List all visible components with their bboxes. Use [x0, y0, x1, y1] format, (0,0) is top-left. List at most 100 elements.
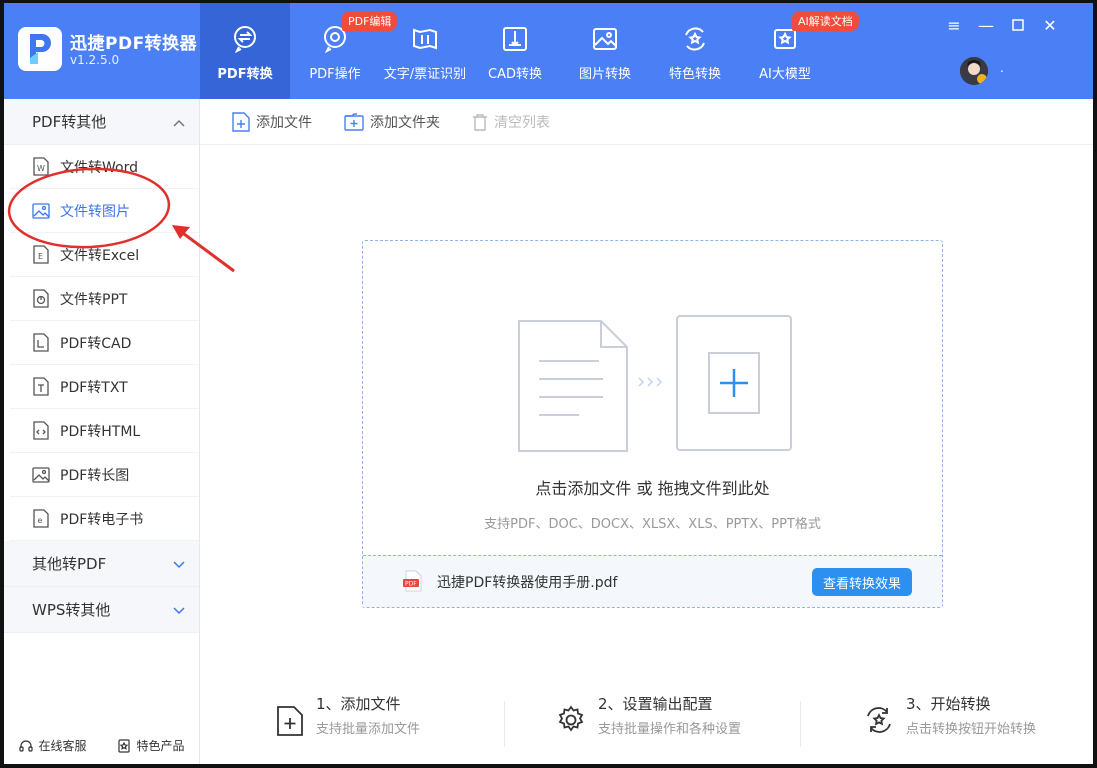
chevron-down-icon: [173, 555, 185, 573]
nav-special[interactable]: 特色转换: [650, 3, 740, 99]
featured-products-link[interactable]: 特色产品: [117, 737, 185, 754]
sample-file-bar: PDF 迅捷PDF转换器使用手册.pdf 查看转换效果: [363, 555, 942, 607]
sidebar-item-excel[interactable]: E 文件转Excel: [10, 233, 199, 277]
convert-start-icon: [867, 707, 891, 733]
maximize-button[interactable]: [1008, 15, 1028, 35]
step-divider: [800, 701, 801, 747]
sidebar-item-label: PDF转CAD: [60, 335, 132, 352]
sidebar-item-ebook[interactable]: e PDF转电子书: [10, 497, 199, 541]
featured-products-label: 特色产品: [136, 739, 185, 753]
settings-gear-icon: [558, 705, 584, 732]
headset-icon: [19, 739, 34, 752]
sidebar-item-label: PDF转长图: [60, 467, 130, 484]
drop-support-text: 支持PDF、DOC、DOCX、XLSX、XLS、PPTX、PPT格式: [484, 517, 821, 532]
minimize-button[interactable]: —: [976, 15, 996, 35]
ppt-file-icon: [32, 289, 50, 309]
step-subtitle: 支持批量操作和各种设置: [598, 722, 742, 737]
step-convert: 3、开始转换 点击转换按钮开始转换: [864, 693, 1036, 737]
pdf-file-icon: PDF: [403, 570, 423, 596]
toolbar: 添加文件 添加文件夹 清空列表: [200, 99, 1093, 145]
add-folder-button[interactable]: 添加文件夹: [344, 112, 440, 132]
sidebar-item-label: 文件转图片: [60, 203, 130, 220]
sidebar-item-label: PDF转HTML: [60, 423, 141, 440]
drop-main-text: 点击添加文件 或 拖拽文件到此处: [535, 479, 770, 498]
clear-list-button[interactable]: 清空列表: [472, 112, 550, 132]
html-file-icon: [32, 421, 50, 441]
nav-ai-model[interactable]: AI解读文档 AI大模型: [740, 3, 859, 99]
step-subtitle: 支持批量添加文件: [316, 722, 421, 737]
sidebar: PDF转其他 W 文件转Word 文件转图片 E 文件转Excel 文件转PPT…: [4, 99, 200, 764]
nav-label: AI大模型: [759, 67, 811, 82]
cad-icon: [499, 23, 531, 55]
pdf-convert-icon: [229, 23, 261, 55]
nav-image[interactable]: 图片转换: [560, 3, 650, 99]
app-logo: [18, 27, 62, 71]
step-title: 1、添加文件: [316, 695, 401, 713]
nav-label: 图片转换: [578, 67, 631, 82]
sidebar-item-label: 文件转Excel: [60, 247, 140, 264]
sidebar-item-long-image[interactable]: PDF转长图: [10, 453, 199, 497]
online-service-label: 在线客服: [38, 739, 87, 753]
steps-guide: 1、添加文件 支持批量添加文件 2、设置输出配置 支持批量操作和各种设置 3、开…: [200, 693, 1093, 757]
image-icon: [589, 23, 621, 55]
add-file-icon: [277, 706, 303, 736]
sidebar-item-label: PDF转电子书: [60, 511, 144, 528]
add-folder-icon: [344, 112, 364, 131]
add-file-button[interactable]: 添加文件: [232, 111, 312, 132]
svg-text:E: E: [38, 252, 43, 261]
sidebar-item-ppt[interactable]: 文件转PPT: [10, 277, 199, 321]
sidebar-item-txt[interactable]: PDF转TXT: [10, 365, 199, 409]
ai-badge: AI解读文档: [792, 11, 859, 31]
txt-file-icon: [32, 377, 50, 397]
nav-ocr[interactable]: 文字/票证识别: [380, 3, 470, 99]
group-label: WPS转其他: [32, 601, 111, 619]
add-file-icon: [232, 111, 250, 132]
svg-text:PDF: PDF: [405, 581, 417, 588]
sidebar-item-label: 文件转PPT: [60, 291, 128, 308]
image-file-icon: [32, 201, 50, 221]
sidebar-item-word[interactable]: W 文件转Word: [10, 145, 199, 189]
drop-illustration: [518, 315, 792, 452]
avatar[interactable]: [960, 57, 988, 85]
app-title: 迅捷PDF转换器: [70, 34, 198, 54]
sidebar-group-wps-to-other[interactable]: WPS转其他: [4, 587, 199, 633]
step-add-file: 1、添加文件 支持批量添加文件: [276, 693, 420, 737]
sidebar-item-label: PDF转TXT: [60, 379, 128, 396]
svg-text:e: e: [38, 516, 43, 525]
cad-file-icon: [32, 333, 50, 353]
clear-list-label: 清空列表: [494, 114, 550, 131]
step-title: 3、开始转换: [906, 695, 991, 713]
nav-pdf-operate[interactable]: PDF编辑 PDF操作: [290, 3, 398, 99]
badge-icon: [118, 738, 131, 753]
add-file-label: 添加文件: [256, 114, 312, 131]
nav-cad[interactable]: CAD转换: [470, 3, 560, 99]
word-file-icon: W: [32, 157, 50, 177]
sidebar-item-image[interactable]: 文件转图片: [10, 189, 199, 233]
group-label: 其他转PDF: [32, 555, 107, 573]
add-folder-label: 添加文件夹: [370, 114, 440, 131]
file-drop-zone[interactable]: 点击添加文件 或 拖拽文件到此处 支持PDF、DOC、DOCX、XLSX、XLS…: [362, 240, 943, 608]
online-service-link[interactable]: 在线客服: [19, 737, 87, 754]
sidebar-group-other-to-pdf[interactable]: 其他转PDF: [4, 541, 199, 587]
ebook-file-icon: e: [32, 509, 50, 529]
nav-label: PDF转换: [217, 67, 273, 82]
app-window: 迅捷PDF转换器 v1.2.5.0 PDF转换 PDF编辑 PDF操作 文字/票…: [0, 0, 1097, 768]
close-button[interactable]: ✕: [1040, 15, 1060, 35]
sidebar-item-cad[interactable]: PDF转CAD: [10, 321, 199, 365]
step-subtitle: 点击转换按钮开始转换: [906, 722, 1037, 737]
long-image-icon: [32, 465, 50, 485]
sidebar-group-pdf-to-other[interactable]: PDF转其他: [4, 99, 199, 145]
sidebar-item-html[interactable]: PDF转HTML: [10, 409, 199, 453]
view-effect-button[interactable]: 查看转换效果: [812, 568, 912, 596]
sidebar-footer: 在线客服 特色产品: [4, 737, 200, 754]
chevron-down-icon: [173, 601, 185, 619]
step-divider: [504, 701, 505, 747]
nav-pdf-convert[interactable]: PDF转换: [200, 3, 290, 99]
sample-file-name: 迅捷PDF转换器使用手册.pdf: [437, 575, 618, 591]
title-bar: 迅捷PDF转换器 v1.2.5.0 PDF转换 PDF编辑 PDF操作 文字/票…: [4, 3, 1093, 99]
user-name[interactable]: .: [1000, 61, 1004, 75]
group-label: PDF转其他: [32, 113, 107, 131]
chevron-up-icon: [173, 113, 185, 131]
trash-icon: [473, 113, 487, 131]
menu-button[interactable]: ≡: [944, 15, 964, 35]
